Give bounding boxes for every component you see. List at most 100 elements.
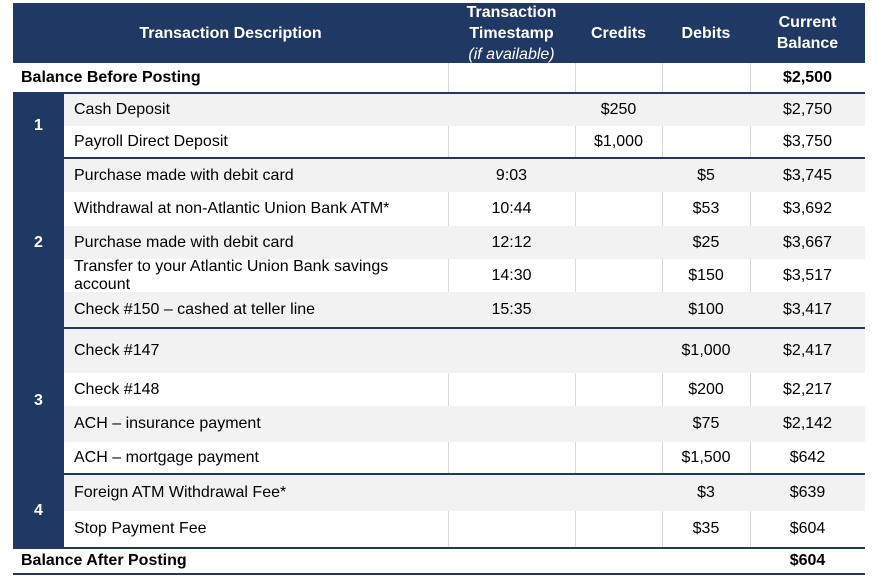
row-description: Check #148 — [64, 373, 448, 406]
row-description-text: Purchase made with debit card — [74, 233, 294, 251]
table-row: Check #147 $1,000 $2,417 — [64, 329, 865, 373]
row-credit-text: $1,000 — [594, 132, 643, 150]
row-debit: $53 — [662, 192, 750, 226]
group-number-label: 1 — [34, 116, 43, 134]
row-timestamp — [448, 442, 575, 473]
balance-label: Balance After Posting — [13, 549, 450, 573]
table-row: ACH – insurance payment $75 $2,142 — [64, 406, 865, 442]
row-description-text: Payroll Direct Deposit — [74, 132, 228, 150]
row-balance: $642 — [750, 442, 865, 473]
row-timestamp-text: 10:44 — [491, 200, 532, 217]
row-balance-text: $3,692 — [783, 200, 832, 217]
row-balance: $2,142 — [750, 406, 865, 442]
group-number: 3 — [13, 329, 64, 473]
header-timestamp-line2: Timestamp — [469, 24, 554, 42]
row-description: Foreign ATM Withdrawal Fee* — [64, 475, 448, 511]
row-debit-text: $1,500 — [681, 448, 731, 466]
row-balance-text: $642 — [789, 448, 826, 466]
row-timestamp — [448, 126, 575, 157]
row-timestamp: 10:44 — [448, 192, 575, 226]
row-description: Stop Payment Fee — [64, 511, 448, 547]
header-balance-line1: Current — [778, 14, 837, 31]
table-row: Cash Deposit $250 $2,750 — [64, 94, 865, 126]
row-debit-text: $3 — [697, 484, 715, 501]
row-credit — [575, 259, 662, 292]
header-balance-line2: Balance — [776, 35, 839, 52]
row-balance: $2,217 — [750, 373, 865, 406]
row-balance-text: $3,667 — [783, 233, 832, 251]
row-balance-text: $3,417 — [783, 300, 832, 318]
row-balance-text: $3,750 — [783, 132, 832, 150]
section-divider — [13, 92, 865, 94]
table-row: Purchase made with debit card 9:03 $5 $3,74… — [64, 159, 865, 192]
row-balance-text: $639 — [789, 484, 826, 501]
row-debit-text: $1,000 — [681, 342, 731, 359]
row-balance: $3,517 — [750, 259, 865, 292]
row-description: Check #147 — [64, 329, 448, 373]
row-debit-text: $200 — [688, 380, 724, 398]
row-timestamp: 15:35 — [448, 292, 575, 327]
table-row: Foreign ATM Withdrawal Fee* $3 $639 — [64, 475, 865, 511]
row-balance-text: $604 — [789, 520, 826, 537]
row-debit: $25 — [662, 226, 750, 259]
group-number: 1 — [13, 94, 64, 157]
row-debit: $75 — [662, 406, 750, 442]
row-debit: $3 — [662, 475, 750, 511]
section-divider — [13, 327, 865, 329]
row-balance: $639 — [750, 475, 865, 511]
group-number-label: 2 — [34, 234, 43, 251]
row-timestamp — [448, 329, 575, 373]
row-credit — [575, 511, 662, 547]
table-row: Purchase made with debit card 12:12 $25 $3,… — [64, 226, 865, 259]
row-debit-text: $100 — [688, 300, 724, 318]
table-row: Check #150 – cashed at teller line 15:35 $… — [64, 292, 865, 327]
table-row: Check #148 $200 $2,217 — [64, 373, 865, 406]
row-balance-text: $3,517 — [783, 266, 832, 284]
row-description: Cash Deposit — [64, 94, 448, 126]
row-debit: $1,000 — [662, 329, 750, 373]
table-row: Payroll Direct Deposit $1,000 $3,750 — [64, 126, 865, 157]
table-header: Transaction Description Transaction Time… — [13, 3, 865, 63]
balance-label: Balance Before Posting — [13, 63, 450, 92]
header-balance: Current Balance — [750, 3, 865, 63]
section-divider — [13, 157, 865, 159]
balance-value-text: $2,500 — [783, 68, 832, 86]
row-description-text: Purchase made with debit card — [74, 166, 294, 184]
row-description: ACH – insurance payment — [64, 406, 448, 442]
row-description-text: ACH – mortgage payment — [74, 448, 259, 466]
row-balance: $2,417 — [750, 329, 865, 373]
row-description: Transfer to your Atlantic Union Bank sav… — [64, 258, 448, 293]
row-balance: $3,692 — [750, 192, 865, 226]
row-debit-text: $53 — [692, 200, 720, 217]
row-debit: $35 — [662, 511, 750, 547]
balance-value-text: $604 — [789, 552, 826, 569]
row-description-text: Stop Payment Fee — [74, 520, 207, 537]
header-debits-label: Debits — [681, 24, 731, 42]
row-timestamp-text: 9:03 — [495, 166, 528, 184]
row-debit-text: $150 — [688, 266, 724, 284]
row-timestamp-text: 15:35 — [491, 300, 532, 318]
row-credit — [575, 373, 662, 406]
row-description: Check #150 – cashed at teller line — [64, 292, 448, 327]
row-description-text: Check #148 — [74, 380, 160, 398]
row-timestamp — [448, 94, 575, 126]
row-timestamp — [448, 373, 575, 406]
row-debit: $5 — [662, 159, 750, 192]
row-timestamp — [448, 475, 575, 511]
row-credit — [575, 226, 662, 259]
row-timestamp — [448, 406, 575, 442]
row-credit — [575, 406, 662, 442]
balance-before-row: Balance Before Posting $2,500 — [13, 63, 865, 92]
balance-label-text: Balance After Posting — [21, 552, 187, 569]
group-number: 4 — [13, 475, 64, 547]
row-timestamp-text: 12:12 — [491, 233, 532, 251]
row-credit — [575, 329, 662, 373]
row-timestamp-text: 14:30 — [491, 266, 532, 284]
section-divider — [13, 473, 865, 475]
group-number: 2 — [13, 159, 64, 327]
balance-label-text: Balance Before Posting — [21, 68, 201, 86]
row-credit — [575, 159, 662, 192]
balance-value: $604 — [750, 549, 865, 573]
row-debit-text: $5 — [697, 166, 715, 184]
row-description: Purchase made with debit card — [64, 226, 448, 259]
